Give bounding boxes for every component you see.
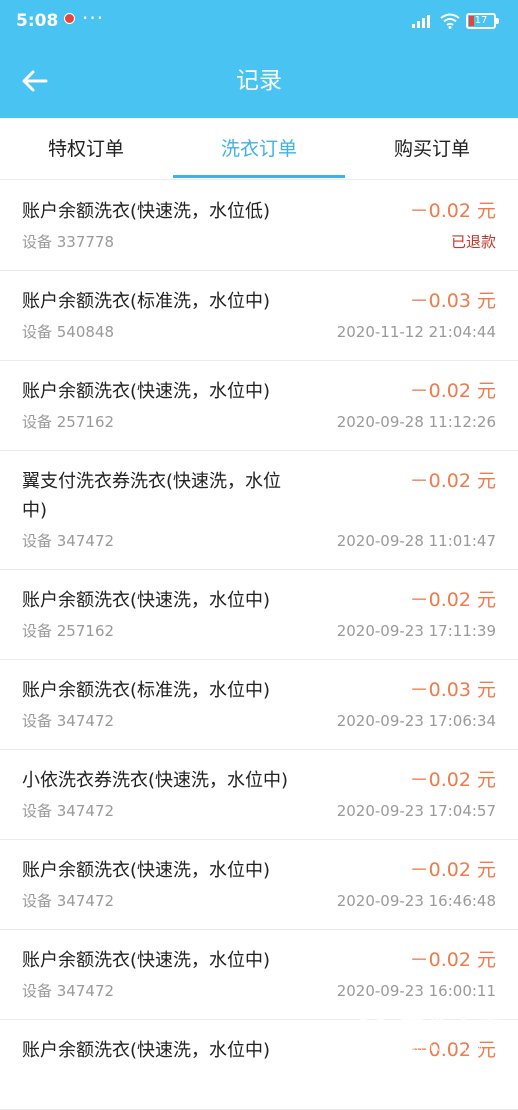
watermark: 硬件之家 YING JIAN ZHI JIA (352, 1008, 512, 1068)
order-time: 2020-09-23 17:06:34 (336, 712, 496, 730)
order-amount: －0.02 元 (409, 859, 496, 881)
tab-laundry-orders[interactable]: 洗衣订单 (173, 118, 345, 180)
battery-level (469, 16, 474, 26)
order-device: 设备 257162 (22, 413, 115, 431)
order-title: 账户余额洗衣(标准洗，水位中) (22, 291, 271, 312)
order-time: 2020-11-12 21:04:44 (336, 323, 496, 341)
order-time: 2020-09-28 11:01:47 (336, 532, 496, 550)
order-amount: －0.02 元 (409, 470, 496, 492)
order-row[interactable]: 账户余额洗衣(快速洗，水位中) －0.02 元 设备 347472 2020-0… (0, 930, 518, 1020)
signal-icon (412, 15, 430, 28)
order-title: 小依洗衣券洗衣(快速洗，水位中) (22, 770, 289, 791)
order-tabs: 特权订单 洗衣订单 购买订单 (0, 118, 518, 180)
watermark-text: 硬件之家 (400, 1016, 504, 1044)
order-time: 2020-09-23 16:46:48 (336, 892, 496, 910)
order-device: 设备 257162 (22, 622, 115, 640)
order-device: 设备 347472 (22, 802, 115, 820)
order-row[interactable]: 翼支付洗衣券洗衣(快速洗，水位中) －0.02 元 设备 347472 2020… (0, 451, 518, 570)
order-row[interactable]: 账户余额洗衣(快速洗，水位中) －0.02 元 设备 257162 2020-0… (0, 570, 518, 660)
order-time: 2020-09-23 17:11:39 (336, 622, 496, 640)
order-row[interactable]: 账户余额洗衣(标准洗，水位中) －0.03 元 设备 540848 2020-1… (0, 271, 518, 361)
battery-icon: 17 (466, 13, 499, 29)
order-row[interactable]: 账户余额洗衣(快速洗，水位中) －0.02 元 设备 347472 2020-0… (0, 840, 518, 930)
status-more: ··· (82, 6, 105, 30)
order-title: 账户余额洗衣(快速洗，水位中) (22, 381, 271, 402)
tab-privilege-orders[interactable]: 特权订单 (0, 118, 172, 180)
notification-icon (64, 13, 75, 24)
nav-bar: 记录 (0, 44, 518, 118)
wifi-icon (440, 13, 460, 29)
order-device: 设备 337778 (22, 233, 115, 251)
app-header: 5:08 ··· 17 记录 (0, 0, 518, 118)
order-title: 账户余额洗衣(快速洗，水位中) (22, 1040, 271, 1061)
order-title: 账户余额洗衣(快速洗，水位低) (22, 201, 271, 222)
watermark-logo-icon (355, 1013, 389, 1051)
status-time: 5:08 (16, 11, 59, 31)
order-row[interactable]: 账户余额洗衣(标准洗，水位中) －0.03 元 设备 347472 2020-0… (0, 660, 518, 750)
order-title: 翼支付洗衣券洗衣(快速洗，水位中) (22, 471, 282, 521)
order-device: 设备 540848 (22, 323, 115, 341)
order-amount: －0.02 元 (409, 589, 496, 611)
order-amount: －0.02 元 (409, 949, 496, 971)
order-device: 设备 347472 (22, 982, 115, 1000)
order-title: 账户余额洗衣(标准洗，水位中) (22, 680, 271, 701)
status-bar: 5:08 ··· 17 (0, 0, 518, 44)
order-refund-status: 已退款 (450, 233, 496, 251)
order-amount: －0.03 元 (409, 290, 496, 312)
order-title: 账户余额洗衣(快速洗，水位中) (22, 950, 271, 971)
order-title: 账户余额洗衣(快速洗，水位中) (22, 590, 271, 611)
active-tab-indicator (173, 175, 345, 178)
watermark-subtext: YING JIAN ZHI JIA (400, 1044, 485, 1053)
order-device: 设备 347472 (22, 892, 115, 910)
order-row[interactable]: 账户余额洗衣(快速洗，水位中) －0.02 元 设备 257162 2020-0… (0, 361, 518, 451)
tab-purchase-orders[interactable]: 购买订单 (346, 118, 518, 180)
order-row[interactable]: 账户余额洗衣(快速洗，水位低) －0.02 元 设备 337778 已退款 (0, 181, 518, 271)
page-title: 记录 (236, 68, 282, 94)
order-list: 账户余额洗衣(快速洗，水位低) －0.02 元 设备 337778 已退款 账户… (0, 181, 518, 1110)
battery-percent: 17 (474, 15, 488, 26)
order-title: 账户余额洗衣(快速洗，水位中) (22, 860, 271, 881)
order-device: 设备 347472 (22, 532, 115, 550)
order-amount: －0.03 元 (409, 679, 496, 701)
order-amount: －0.02 元 (409, 769, 496, 791)
order-time: 2020-09-23 16:00:11 (336, 982, 496, 1000)
order-amount: －0.02 元 (409, 380, 496, 402)
order-time: 2020-09-23 17:04:57 (336, 802, 496, 820)
order-time: 2020-09-28 11:12:26 (336, 413, 496, 431)
order-amount: －0.02 元 (409, 200, 496, 222)
order-row[interactable]: 小依洗衣券洗衣(快速洗，水位中) －0.02 元 设备 347472 2020-… (0, 750, 518, 840)
order-device: 设备 347472 (22, 712, 115, 730)
